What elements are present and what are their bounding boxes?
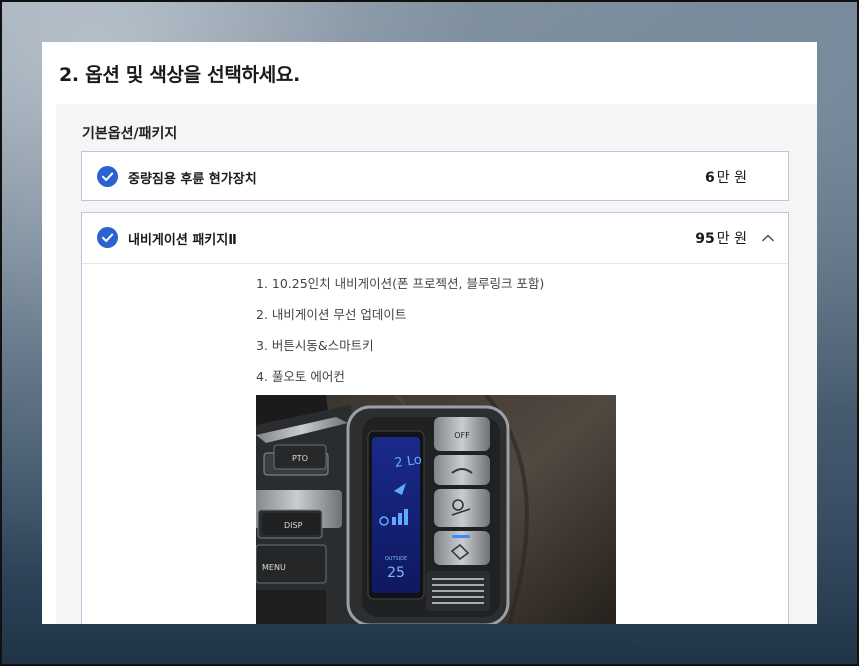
climate-control-photo: PTO DISP MENU 2 Lo OUTSIDE 25 OFF: [256, 395, 616, 624]
option-item-navigation-package[interactable]: 내비게이션 패키지Ⅱ 95 만 원 1. 10.25인치 내비게이션(폰 프로젝션…: [81, 212, 789, 624]
step-title: 2. 옵션 및 색상을 선택하세요.: [59, 64, 300, 86]
check-circle-icon[interactable]: [97, 166, 118, 187]
lcd-outside-temp: 25: [387, 565, 405, 581]
option-header[interactable]: 중량짐용 후륜 현가장치 6만 원: [82, 152, 788, 202]
option-price-unit: 만 원: [716, 170, 747, 186]
section-label: 기본옵션/패키지: [82, 126, 178, 142]
package-detail-list: 1. 10.25인치 내비게이션(폰 프로젝션, 블루링크 포함) 2. 내비게…: [256, 274, 544, 398]
option-price-unit: 만 원: [716, 231, 747, 247]
chevron-up-icon[interactable]: [760, 230, 776, 246]
off-button-label: OFF: [454, 431, 470, 440]
option-price-value: 6: [705, 170, 715, 186]
option-price: 95 만 원: [695, 228, 747, 248]
detail-item: 2. 내비게이션 무선 업데이트: [256, 307, 407, 322]
disp-button-label: DISP: [284, 521, 303, 530]
option-name: 내비게이션 패키지Ⅱ: [128, 233, 237, 248]
lcd-outside-label: OUTSIDE: [385, 556, 407, 562]
option-item-rear-suspension[interactable]: 중량짐용 후륜 현가장치 6만 원: [81, 151, 789, 201]
option-price-value: 95: [695, 231, 715, 247]
divider: [82, 263, 788, 264]
package-photo: PTO DISP MENU 2 Lo OUTSIDE 25 OFF: [256, 395, 616, 624]
options-content: 기본옵션/패키지 중량짐용 후륜 현가장치 6만 원 내비게이션 패키지Ⅱ 95…: [56, 104, 817, 624]
option-header[interactable]: 내비게이션 패키지Ⅱ 95 만 원: [82, 213, 788, 263]
detail-item: 1. 10.25인치 내비게이션(폰 프로젝션, 블루링크 포함): [256, 276, 545, 291]
options-panel: 2. 옵션 및 색상을 선택하세요. 기본옵션/패키지 중량짐용 후륜 현가장치…: [42, 42, 817, 624]
pto-button-label: PTO: [292, 454, 308, 463]
option-name: 중량짐용 후륜 현가장치: [128, 172, 257, 187]
detail-item: 4. 풀오토 에어컨: [256, 369, 345, 384]
menu-button-label: MENU: [262, 563, 286, 572]
detail-item: 3. 버튼시동&스마트키: [256, 338, 374, 353]
check-circle-icon[interactable]: [97, 227, 118, 248]
option-price: 6만 원: [705, 167, 747, 187]
